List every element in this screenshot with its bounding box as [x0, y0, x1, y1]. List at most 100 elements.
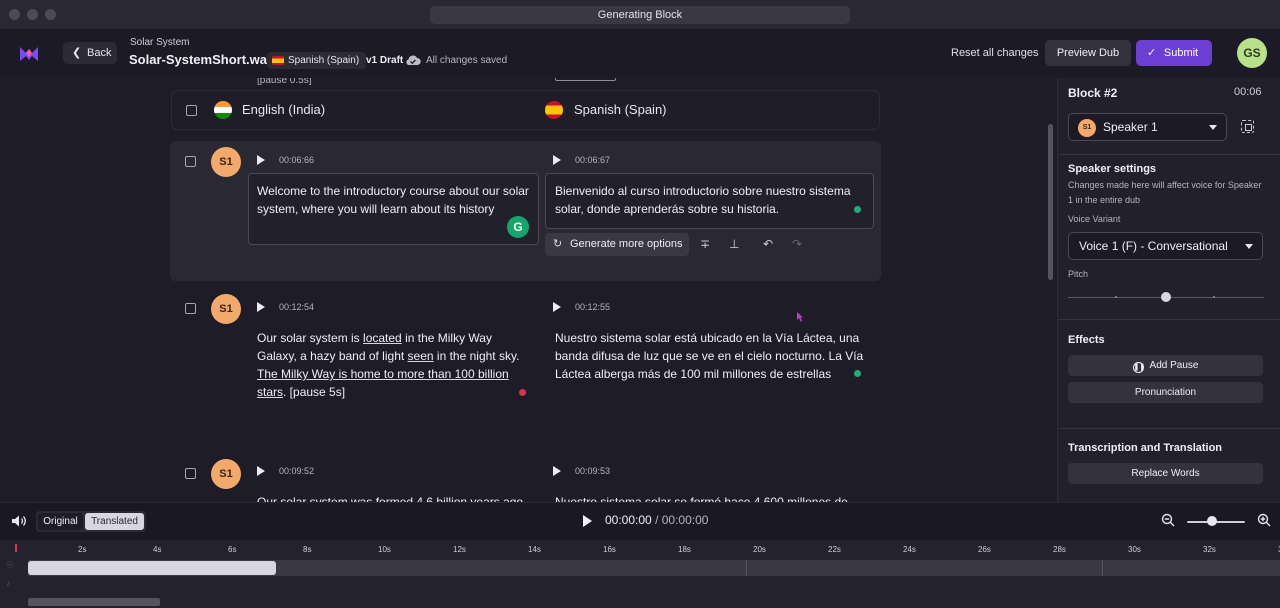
- timeline-scrollbar[interactable]: [28, 598, 160, 606]
- speaker-badge: S1: [1078, 119, 1096, 137]
- divider: [1058, 154, 1280, 155]
- submit-button[interactable]: ✓ Submit: [1136, 40, 1212, 66]
- language-header-row: English (India) Spanish (Spain): [171, 90, 880, 130]
- target-text[interactable]: Nuestro sistema solar se formó hace 4.60…: [555, 493, 865, 502]
- timeline-tick-label: 10s: [378, 545, 391, 554]
- transcription-title: Transcription and Translation: [1068, 442, 1223, 454]
- preview-dub-button[interactable]: Preview Dub: [1045, 40, 1131, 66]
- selected-clip[interactable]: [28, 561, 276, 575]
- source-timestamp: 00:09:52: [279, 466, 315, 476]
- total-time: 00:00:00: [661, 513, 709, 527]
- close-window-button[interactable]: [9, 9, 20, 20]
- timeline-tick-label: 32s: [1203, 545, 1216, 554]
- user-avatar[interactable]: GS: [1237, 38, 1267, 68]
- timeline-playhead[interactable]: [15, 544, 17, 552]
- source-timestamp: 00:12:54: [279, 302, 315, 312]
- row-checkbox[interactable]: [185, 468, 196, 479]
- source-text[interactable]: Our solar system is located in the Milky…: [257, 329, 532, 401]
- app-header: ❮ Back Solar System Solar-SystemShort.wa…: [0, 30, 1280, 78]
- timeline-tick-label: 22s: [828, 545, 841, 554]
- text-height-icon[interactable]: ⊥: [729, 237, 739, 251]
- block-settings-sidebar: Block #2 00:06 S1 Speaker 1 Speaker sett…: [1057, 78, 1280, 502]
- speaker-settings-note: Changes made here will affect voice for …: [1068, 180, 1262, 205]
- underlined-word[interactable]: located: [363, 331, 402, 345]
- reset-all-changes-link[interactable]: Reset all changes: [951, 47, 1038, 59]
- cloud-check-icon: [406, 55, 421, 65]
- pause-icon: ❚❚: [1132, 362, 1146, 373]
- play-source-button[interactable]: [257, 302, 265, 312]
- playback-time: 00:00:00 / 00:00:00: [605, 513, 708, 527]
- generate-more-options-button[interactable]: ↻ Generate more options: [545, 233, 689, 256]
- undo-icon[interactable]: ↶: [763, 237, 773, 251]
- translated-toggle[interactable]: Translated: [85, 513, 144, 530]
- slider-tick: [1115, 296, 1117, 298]
- split-icon[interactable]: ∓: [700, 237, 710, 251]
- replace-words-button[interactable]: Replace Words: [1068, 463, 1263, 484]
- slider-tick: [1213, 296, 1215, 298]
- audio-track-toggle: Original Translated: [36, 511, 146, 532]
- time-separator: /: [655, 513, 659, 527]
- volume-icon[interactable]: [11, 514, 27, 528]
- play-target-button[interactable]: [553, 155, 561, 165]
- timeline[interactable]: 2s 4s 6s 8s 10s 12s 14s 16s 18s 20s 22s 24s 26s 28s 30…: [0, 540, 1280, 608]
- back-button[interactable]: ❮ Back: [63, 42, 117, 64]
- select-all-checkbox[interactable]: [186, 105, 197, 116]
- pitch-label: Pitch: [1068, 269, 1089, 279]
- voice-variant-select[interactable]: Voice 1 (F) - Conversational: [1068, 232, 1263, 260]
- grammarly-icon[interactable]: G: [507, 216, 529, 238]
- check-icon: ✓: [1147, 47, 1157, 59]
- play-button[interactable]: [583, 515, 592, 527]
- text-segment: Our solar system is: [257, 331, 364, 345]
- language-chip-label: Spanish (Spain): [288, 55, 360, 66]
- pitch-slider-handle[interactable]: [1161, 292, 1171, 302]
- zoom-in-icon[interactable]: [1257, 513, 1271, 527]
- spain-flag-icon: [272, 56, 284, 65]
- source-text[interactable]: Our solar system was formed 4.6 billion …: [257, 493, 537, 502]
- block-duration: 00:06: [1234, 86, 1262, 98]
- timeline-tick-label: 28s: [1053, 545, 1066, 554]
- select-region-icon[interactable]: [1241, 120, 1254, 133]
- draft-version: v1 Draft: [366, 55, 404, 66]
- target-text[interactable]: Bienvenido al curso introductorio sobre …: [555, 182, 867, 218]
- minimize-window-button[interactable]: [27, 9, 38, 20]
- original-toggle[interactable]: Original: [38, 513, 83, 530]
- project-name: Solar System: [130, 37, 190, 48]
- play-target-button[interactable]: [553, 302, 561, 312]
- timeline-tick-label: 30s: [1128, 545, 1141, 554]
- language-chip[interactable]: Spanish (Spain): [267, 52, 367, 69]
- speaker-select-value: Speaker 1: [1103, 120, 1158, 134]
- zoom-out-icon[interactable]: [1161, 513, 1175, 527]
- row-checkbox[interactable]: [185, 303, 196, 314]
- zoom-slider-handle[interactable]: [1207, 516, 1217, 526]
- speaker-avatar[interactable]: S1: [211, 147, 241, 177]
- target-timestamp: 00:12:55: [575, 302, 611, 312]
- speaker-avatar[interactable]: S1: [211, 459, 241, 489]
- row-checkbox[interactable]: [185, 156, 196, 167]
- chevron-left-icon: ❮: [72, 47, 82, 59]
- play-target-button[interactable]: [553, 466, 561, 476]
- timeline-tick-label: 26s: [978, 545, 991, 554]
- play-source-button[interactable]: [257, 466, 265, 476]
- editor-scrollbar[interactable]: [1048, 124, 1053, 280]
- pronunciation-button[interactable]: Pronunciation: [1068, 382, 1263, 403]
- redo-icon[interactable]: ↷: [792, 237, 802, 251]
- block-title: Block #2: [1068, 86, 1118, 100]
- target-timestamp: 00:06:67: [575, 155, 611, 165]
- status-ok-dot: [854, 370, 861, 377]
- source-text[interactable]: Welcome to the introductory course about…: [257, 182, 529, 218]
- india-flag-icon: [214, 101, 232, 119]
- underlined-word[interactable]: seen: [408, 349, 434, 363]
- zoom-window-button[interactable]: [45, 9, 56, 20]
- voice-variant-value: Voice 1 (F) - Conversational: [1079, 239, 1228, 253]
- speaker-avatar[interactable]: S1: [211, 294, 241, 324]
- target-text[interactable]: Nuestro sistema solar está ubicado en la…: [555, 329, 867, 383]
- clip-divider: [746, 560, 747, 576]
- divider: [1058, 428, 1280, 429]
- source-timestamp: 00:06:66: [279, 155, 315, 165]
- play-source-button[interactable]: [257, 155, 265, 165]
- timeline-tick-label: 20s: [753, 545, 766, 554]
- source-language-label: English (India): [242, 102, 326, 117]
- add-pause-button[interactable]: ❚❚ Add Pause: [1068, 355, 1263, 376]
- clip-divider: [1102, 560, 1103, 576]
- speaker-select[interactable]: S1 Speaker 1: [1068, 113, 1227, 141]
